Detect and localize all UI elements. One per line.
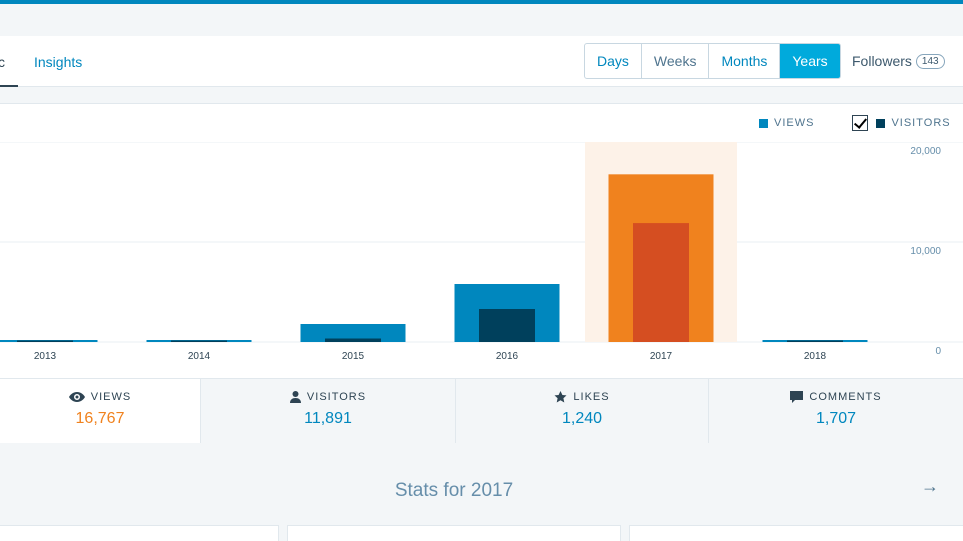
legend-visitors: VISITORS [876, 117, 950, 129]
summary-comments-label-row: COMMENTS [709, 391, 963, 403]
summary-likes-value: 1,240 [561, 410, 603, 427]
legend-visitors-swatch [876, 118, 886, 128]
legend-views-swatch [759, 118, 768, 128]
period-selector: Days Weeks Months Years [584, 43, 841, 79]
visitors-bar-2016 [479, 309, 535, 342]
summary-views-value: 16,767 [75, 410, 125, 427]
tab-traffic[interactable]: c [0, 36, 18, 87]
summary-visitors-label: VISITORS [306, 391, 367, 403]
y-tick-label: 0 [935, 346, 941, 357]
summary-comments-label: COMMENTS [809, 391, 882, 403]
x-tick-label-2013: 2013 [34, 351, 57, 362]
summary-views-label: VIEWS [90, 391, 132, 403]
visitors-bar-2018 [787, 340, 843, 342]
chart-legend: VIEWS VISITORS [759, 115, 951, 131]
bottom-card-2 [287, 525, 621, 541]
followers-count-badge: 143 [915, 53, 945, 69]
comment-icon [790, 391, 804, 403]
followers-link[interactable]: Followers 143 [852, 53, 945, 69]
bottom-card-1 [0, 525, 279, 541]
summary-tabs: VIEWS 16,767 VISITORS 11,891 LIKES 1,240… [0, 378, 963, 443]
x-tick-label-2018: 2018 [804, 351, 827, 362]
stats-period-title: Stats for 2017 [394, 480, 514, 501]
summary-likes-label: LIKES [573, 391, 610, 403]
visitors-bar-2013 [17, 340, 73, 342]
period-days-button[interactable]: Days [585, 44, 642, 78]
star-icon [554, 391, 567, 403]
next-period-arrow-icon[interactable]: → [921, 476, 939, 497]
top-accent-bar [0, 0, 963, 4]
period-months-button[interactable]: Months [709, 44, 781, 78]
x-tick-label-2014: 2014 [188, 351, 211, 362]
period-years-button[interactable]: Years [780, 44, 840, 78]
x-tick-label-2015: 2015 [342, 351, 365, 362]
x-tick-label-2016: 2016 [496, 351, 519, 362]
y-tick-label: 20,000 [910, 146, 941, 157]
summary-visitors-label-row: VISITORS [201, 391, 455, 403]
tab-insights[interactable]: Insights [34, 54, 82, 70]
visitors-bar-2015 [325, 338, 381, 342]
summary-tab-comments[interactable]: COMMENTS 1,707 [709, 379, 963, 443]
summary-comments-value: 1,707 [815, 410, 857, 427]
tab-traffic-label: c [0, 54, 5, 70]
visitors-bar-2014 [171, 340, 227, 342]
legend-views: VIEWS [759, 117, 814, 129]
person-icon [289, 391, 301, 403]
followers-label: Followers [852, 53, 912, 69]
y-tick-label: 10,000 [910, 246, 941, 257]
eye-icon [68, 392, 85, 402]
x-tick-label-2017: 2017 [650, 351, 673, 362]
bar-chart: 0 10,000 20,000 2013 2014 2015 2016 2017 2018 [0, 142, 963, 362]
period-weeks-button[interactable]: Weeks [642, 44, 710, 78]
summary-tab-views[interactable]: VIEWS 16,767 [0, 379, 201, 443]
legend-views-label: VIEWS [774, 117, 815, 129]
legend-visitors-label: VISITORS [891, 117, 951, 129]
visitors-bar-2017 [633, 223, 689, 342]
summary-tab-visitors[interactable]: VISITORS 11,891 [201, 379, 456, 443]
summary-likes-label-row: LIKES [456, 391, 708, 403]
visitors-toggle-checkbox[interactable] [852, 115, 869, 131]
bottom-card-3 [629, 525, 963, 541]
summary-tab-likes[interactable]: LIKES 1,240 [456, 379, 709, 443]
summary-views-label-row: VIEWS [0, 391, 200, 403]
summary-visitors-value: 11,891 [304, 410, 352, 427]
